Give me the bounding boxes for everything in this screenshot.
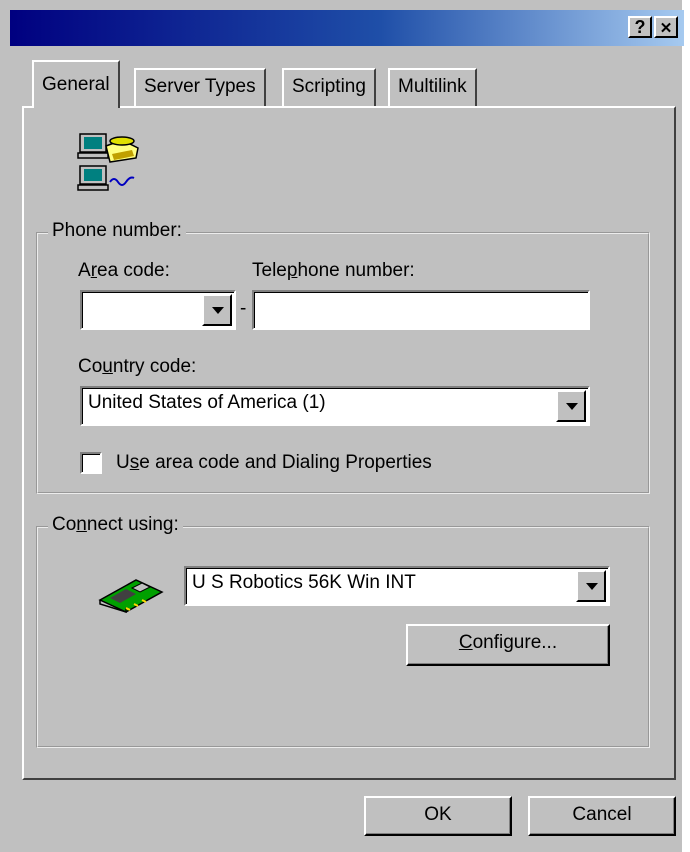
help-button[interactable]: ? xyxy=(628,16,652,38)
dropdown-arrow-icon xyxy=(212,307,224,314)
close-button[interactable]: ✕ xyxy=(654,16,678,38)
cancel-button[interactable]: Cancel xyxy=(528,796,676,836)
dialog-window: ? ✕ General Server Types Scripting Multi… xyxy=(0,0,684,852)
modem-card-icon xyxy=(98,579,164,614)
dialup-networking-icon xyxy=(77,133,139,191)
ok-button[interactable]: OK xyxy=(364,796,512,836)
tab-multilink[interactable]: Multilink xyxy=(388,68,477,106)
connect-device-dropdown-button[interactable] xyxy=(576,570,606,602)
use-area-code-checkbox[interactable] xyxy=(80,452,102,474)
phone-number-group-label: Phone number: xyxy=(48,220,186,242)
area-code-dropdown-button[interactable] xyxy=(202,294,232,326)
connect-device-value: U S Robotics 56K Win INT xyxy=(192,572,416,593)
dropdown-arrow-icon xyxy=(586,583,598,590)
country-code-label: Country code: xyxy=(78,356,197,377)
tab-server-types[interactable]: Server Types xyxy=(134,68,266,106)
country-code-value: United States of America (1) xyxy=(88,392,326,413)
country-code-combo[interactable]: United States of America (1) xyxy=(80,386,590,426)
configure-button[interactable]: Configure... xyxy=(406,624,610,666)
connect-device-combo[interactable]: U S Robotics 56K Win INT xyxy=(184,566,610,606)
area-code-combo[interactable] xyxy=(80,290,236,330)
country-code-dropdown-button[interactable] xyxy=(556,390,586,422)
dropdown-arrow-icon xyxy=(566,403,578,410)
tab-scripting[interactable]: Scripting xyxy=(282,68,376,106)
connect-using-group-label: Connect using: xyxy=(48,514,183,536)
general-tab-panel: Phone number: Area code: - Telephone num… xyxy=(22,106,676,780)
telephone-number-input[interactable] xyxy=(252,290,590,330)
telephone-number-label: Telephone number: xyxy=(252,260,415,281)
area-code-separator: - xyxy=(240,298,247,319)
area-code-label: Area code: xyxy=(78,260,170,281)
tab-general[interactable]: General xyxy=(32,60,120,108)
title-bar[interactable]: ? ✕ xyxy=(10,10,684,46)
use-area-code-label[interactable]: Use area code and Dialing Properties xyxy=(116,452,432,474)
